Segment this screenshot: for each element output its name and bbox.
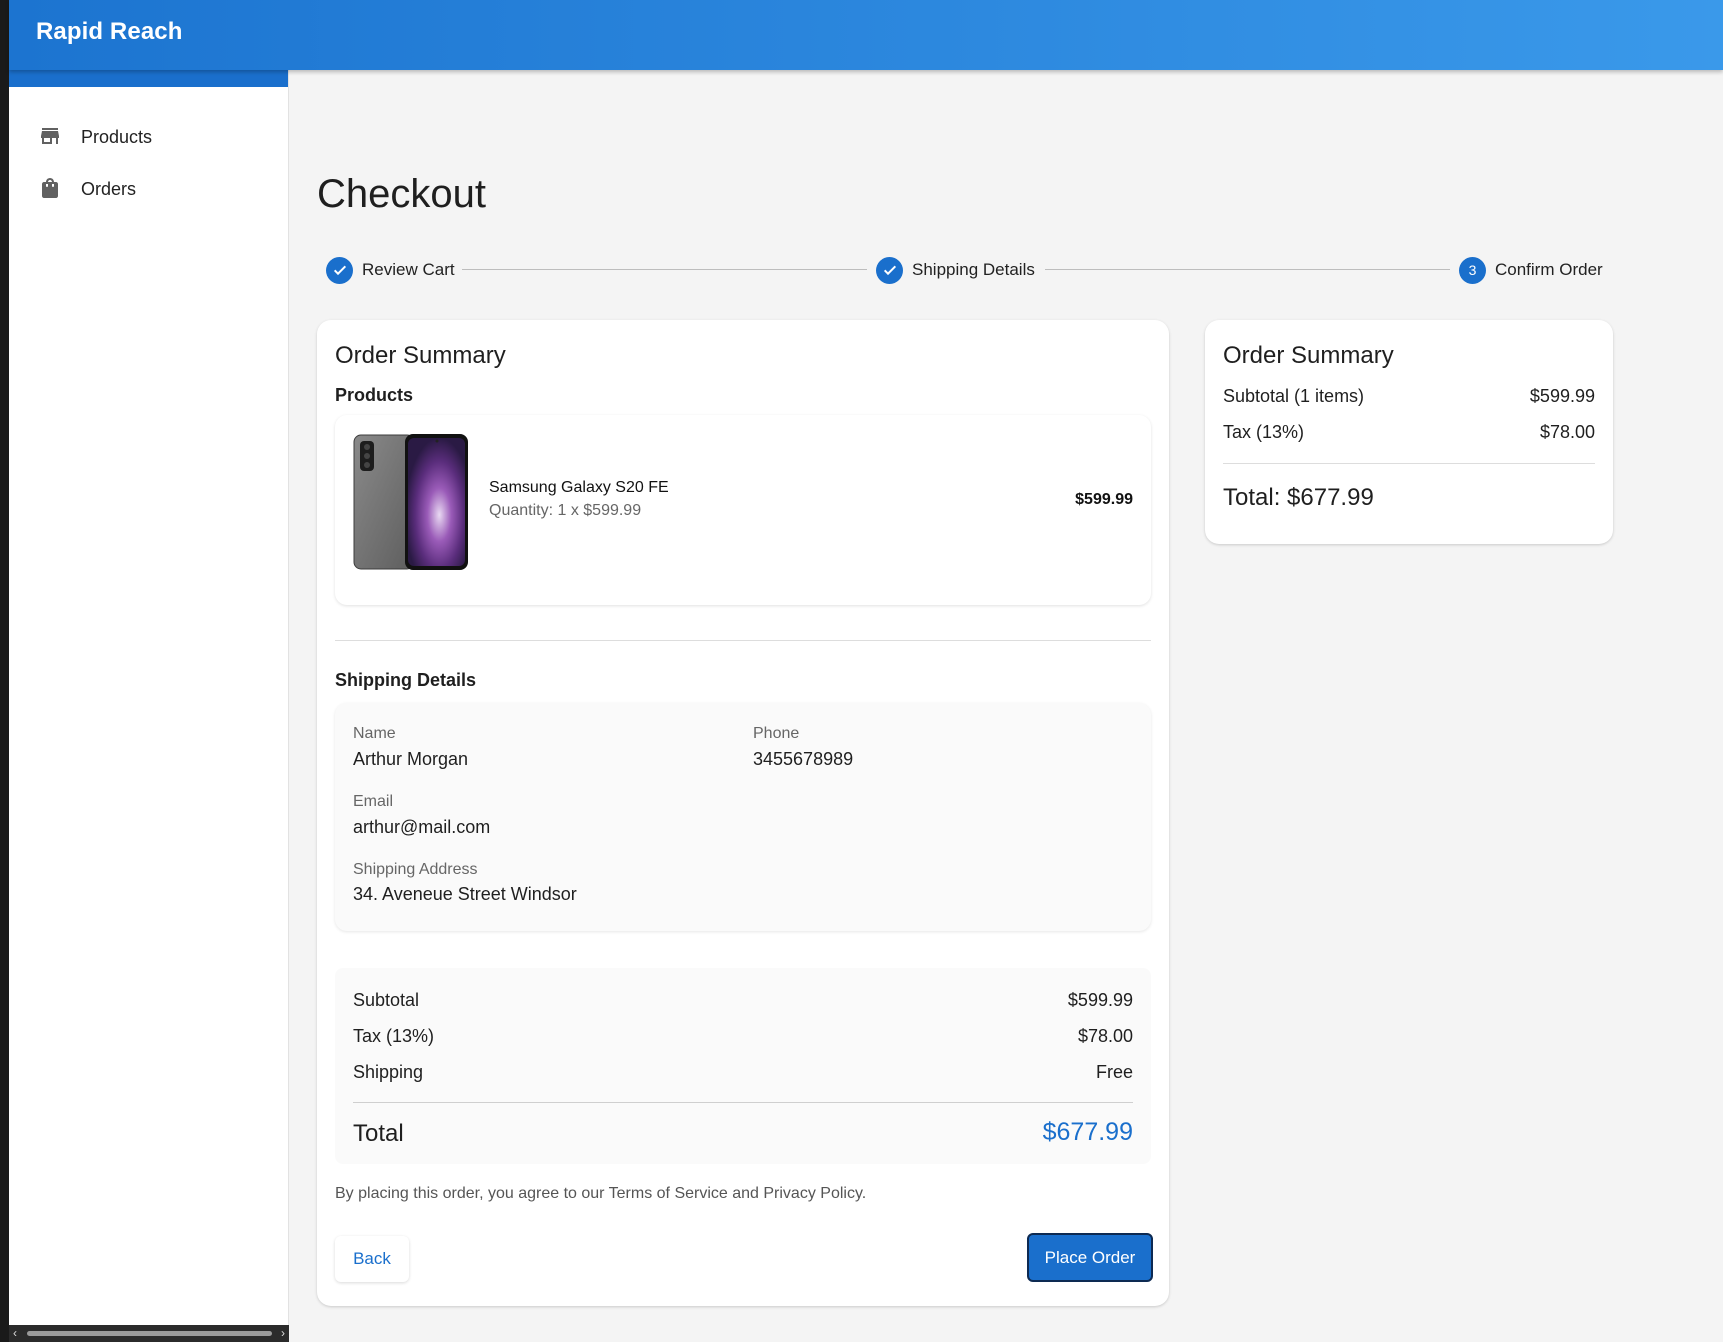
product-item: Samsung Galaxy S20 FE Quantity: 1 x $599… (335, 415, 1151, 605)
tax-label: Tax (13%) (1223, 422, 1305, 442)
app-bar: Rapid Reach (9, 0, 1723, 70)
shopping-bag-icon (38, 176, 62, 200)
email-value: arthur@mail.com (353, 817, 491, 837)
sidebar-item-label: Orders (81, 178, 137, 199)
shipping-label: Shipping (353, 1062, 424, 1082)
section-divider (335, 640, 1151, 641)
side-order-summary-card: Order Summary Subtotal (1 items) $599.99… (1205, 320, 1613, 544)
totals-box: Subtotal $599.99 Tax (13%) $78.00 Shippi… (335, 968, 1151, 1164)
product-image (353, 434, 468, 570)
total-label: Total (353, 1120, 404, 1147)
step-label: Confirm Order (1495, 260, 1603, 279)
address-label: Shipping Address (353, 861, 478, 878)
tax-value: $78.00 (1077, 1026, 1133, 1046)
step-label: Shipping Details (912, 260, 1035, 279)
step-connector (462, 269, 867, 270)
tax-value: $78.00 (1539, 422, 1595, 442)
check-icon (326, 256, 353, 284)
tax-label: Tax (13%) (353, 1026, 435, 1046)
store-icon (38, 124, 62, 148)
product-name: Samsung Galaxy S20 FE (489, 479, 669, 496)
horizontal-scrollbar[interactable]: ‹ › (9, 1325, 289, 1342)
product-price: $599.99 (1075, 491, 1133, 508)
sidebar-item-products[interactable]: Products (9, 111, 289, 163)
step-label: Review Cart (362, 260, 455, 279)
summary-divider (1223, 463, 1595, 464)
shipping-value: Free (1095, 1062, 1133, 1082)
sidebar-item-label: Products (81, 126, 153, 147)
place-order-button[interactable]: Place Order (1027, 1233, 1153, 1282)
app-title: Rapid Reach (36, 18, 183, 45)
scrollbar-thumb[interactable] (27, 1331, 272, 1336)
scroll-right-icon[interactable]: › (281, 1326, 285, 1340)
subtotal-value: $599.99 (1529, 386, 1595, 406)
window-edge (0, 0, 9, 1342)
phone-label: Phone (753, 725, 800, 742)
step-number: 3 (1459, 256, 1486, 284)
terms-text: By placing this order, you agree to our … (335, 1185, 867, 1202)
step-connector (1045, 269, 1450, 270)
phone-value: 3455678989 (753, 749, 854, 769)
name-value: Arthur Morgan (353, 749, 469, 769)
back-button[interactable]: Back (335, 1236, 409, 1282)
address-value: 34. Aveneue Street Windsor (353, 884, 577, 904)
step-review-cart: Review Cart (326, 256, 455, 284)
card-title: Order Summary (1223, 342, 1394, 369)
card-title: Order Summary (335, 342, 506, 369)
sidebar: Products Orders (9, 70, 289, 1342)
shipping-details-box: Name Arthur Morgan Phone 3455678989 Emai… (335, 703, 1151, 931)
products-heading: Products (335, 385, 414, 405)
step-shipping-details: Shipping Details (876, 256, 1035, 284)
sidebar-accent-bar (9, 70, 288, 87)
order-summary-card: Order Summary Products Samsung Galaxy S2… (317, 320, 1169, 1306)
subtotal-value: $599.99 (1067, 990, 1133, 1010)
sidebar-item-orders[interactable]: Orders (9, 163, 289, 215)
product-quantity: Quantity: 1 x $599.99 (489, 502, 642, 519)
scroll-left-icon[interactable]: ‹ (13, 1326, 17, 1340)
subtotal-label: Subtotal (1 items) (1223, 386, 1365, 406)
check-icon (876, 256, 903, 284)
subtotal-label: Subtotal (353, 990, 420, 1010)
name-label: Name (353, 725, 396, 742)
step-confirm-order: 3 Confirm Order (1459, 256, 1603, 284)
total-text: Total: $677.99 (1223, 484, 1374, 511)
email-label: Email (353, 793, 394, 810)
totals-divider (353, 1102, 1133, 1103)
page-title: Checkout (317, 172, 486, 216)
shipping-heading: Shipping Details (335, 670, 477, 690)
total-value: $677.99 (1042, 1118, 1133, 1146)
